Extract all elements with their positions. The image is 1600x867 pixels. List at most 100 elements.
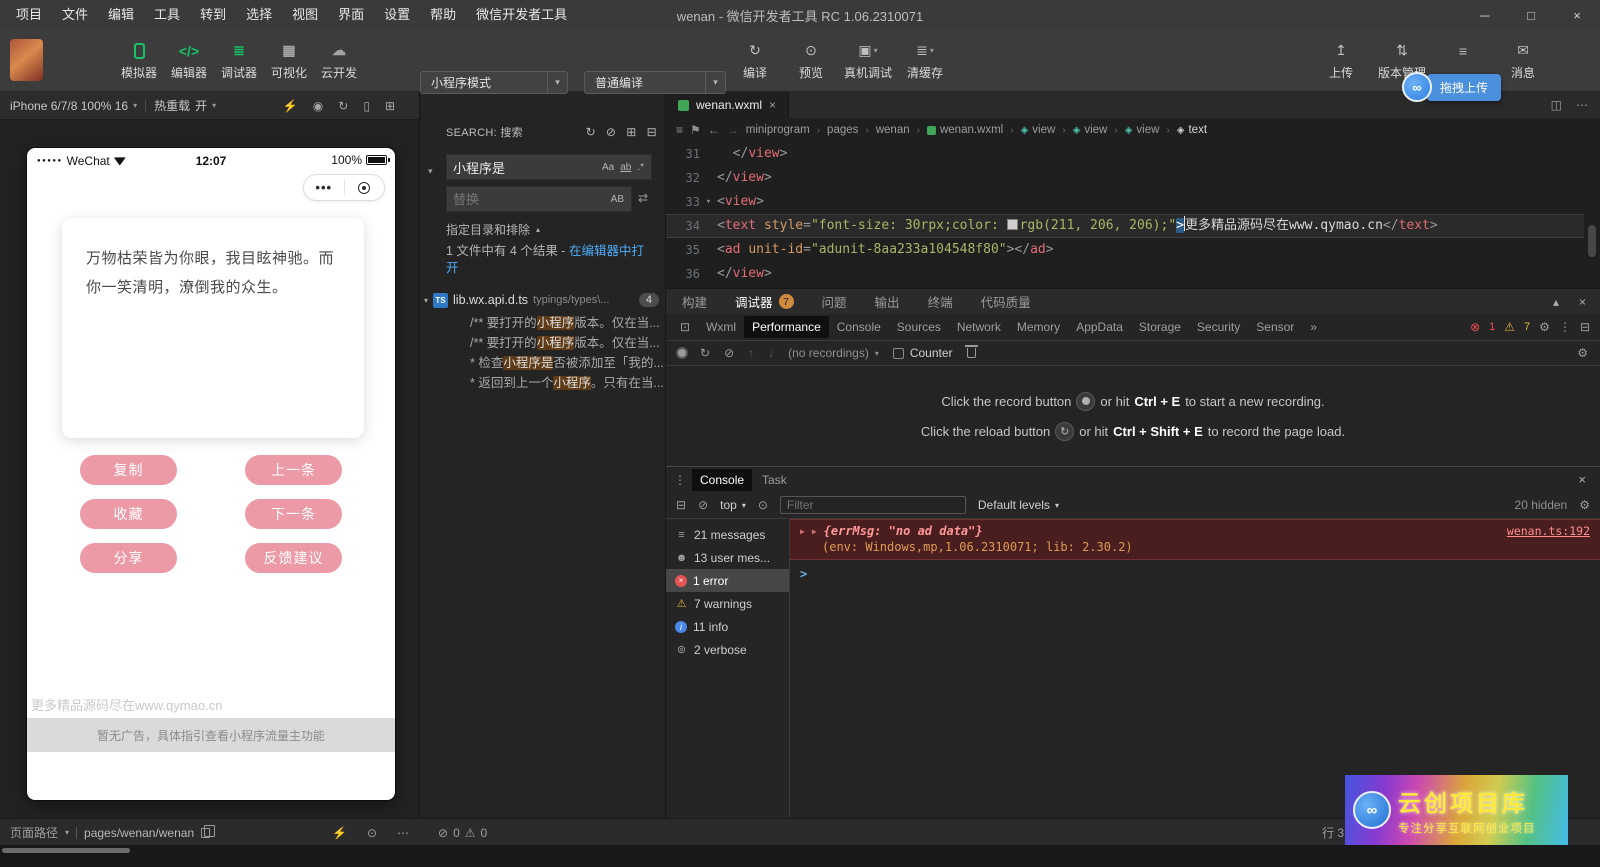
drawer-menu-icon[interactable]: ⋮ (674, 474, 686, 486)
expand-icon[interactable]: ▶ (812, 527, 817, 536)
phone-action-button[interactable]: 复制 (80, 455, 177, 485)
search-dirs-toggle[interactable]: 指定目录和排除 ▴ (446, 221, 540, 238)
preview-button[interactable]: ⊙ 预览 (788, 39, 834, 81)
code-line[interactable]: 36 </view> (666, 262, 1584, 286)
code-line[interactable]: 33 ▾ <view> (666, 190, 1584, 214)
minimize-button[interactable]: ─ (1462, 0, 1508, 30)
breadcrumb-item[interactable]: wenan.wxml (926, 124, 1003, 136)
preserve-case-icon[interactable]: AB (608, 194, 627, 205)
phone-action-button[interactable]: 收藏 (80, 499, 177, 529)
collapse-icon[interactable]: ⊟ (647, 126, 657, 138)
close-tab-icon[interactable]: × (769, 98, 776, 112)
cloud-dev-button[interactable]: ☁ 云开发 (316, 39, 362, 81)
close-button[interactable]: × (1554, 0, 1600, 30)
error-count-icon[interactable]: ⊗ (1470, 321, 1480, 333)
search-file-row[interactable]: ▾ TS lib.wx.api.d.ts typings/types\... 4 (424, 289, 659, 311)
drag-upload-badge[interactable]: ∞ 拖拽上传 (1402, 72, 1502, 102)
search-input[interactable] (447, 159, 599, 175)
close-panel-icon[interactable]: × (1579, 296, 1586, 308)
debugger-button[interactable]: ≣ 调试器 (216, 39, 262, 81)
titlebar-menu[interactable]: 视图 (282, 0, 328, 30)
open-in-editor-icon[interactable]: ⊞ (626, 126, 636, 138)
devtools-tab-storage[interactable]: Storage (1131, 316, 1189, 338)
replace-input[interactable] (447, 191, 608, 207)
clear-icon[interactable]: ⊘ (724, 347, 734, 359)
console-settings-icon[interactable]: ⚙ (1579, 499, 1590, 511)
expand-icon[interactable]: ▶ (800, 527, 805, 536)
hidden-messages-label[interactable]: 20 hidden (1515, 498, 1568, 512)
breadcrumb-item[interactable]: ◈ view (1021, 124, 1056, 136)
load-profile-icon[interactable]: ↑ (748, 347, 754, 359)
more-actions-icon[interactable]: ⋯ (1576, 99, 1588, 111)
maximize-button[interactable]: □ (1508, 0, 1554, 30)
devtools-tab-wxml[interactable]: Wxml (698, 316, 744, 338)
forward-icon[interactable]: → (727, 123, 739, 137)
eye-icon[interactable]: ⊙ (367, 827, 377, 839)
user-avatar[interactable] (10, 39, 43, 81)
titlebar-menu[interactable]: 设置 (374, 0, 420, 30)
context-select[interactable]: top ▾ (720, 498, 746, 512)
error-source-link[interactable]: wenan.ts:192 (1507, 524, 1590, 538)
delete-recording-icon[interactable] (964, 345, 978, 358)
problem-counts[interactable]: ⊘ 0 ⚠ 0 (438, 819, 487, 846)
error-object[interactable]: {errMsg: "no ad data"} (824, 524, 983, 538)
clear-results-icon[interactable]: ⊘ (606, 126, 616, 138)
device-icon[interactable]: ▯ (363, 100, 370, 112)
console-filter-row[interactable]: ⊚ 2 verbose (666, 638, 789, 661)
titlebar-menu[interactable]: 文件 (52, 0, 98, 30)
message-button[interactable]: ✉ 消息 (1500, 39, 1546, 81)
mode-select[interactable]: 小程序模式 ▾ (420, 71, 568, 94)
log-levels-select[interactable]: Default levels ▾ (978, 498, 1059, 512)
bookmark-icon[interactable]: ⚑ (690, 123, 701, 137)
upload-button[interactable]: ↥ 上传 (1318, 39, 1364, 81)
search-result-item[interactable]: * 返回到上一个小程序。只有在当... (420, 373, 665, 393)
settings-gear-icon[interactable]: ⚙ (1539, 321, 1550, 333)
simulator-button[interactable]: 模拟器 (116, 39, 162, 81)
collapse-panel-icon[interactable]: ▴ (1553, 296, 1559, 308)
counter-checkbox[interactable] (892, 347, 904, 359)
hot-reload-toggle[interactable]: 热重载 开 ▾ (154, 97, 216, 114)
copy-icon[interactable] (201, 824, 216, 838)
record-button[interactable] (678, 349, 686, 357)
console-filter-row[interactable]: ≡ 21 messages (666, 523, 789, 546)
console-filter-row[interactable]: ☻ 13 user mes... (666, 546, 789, 569)
console-filter-row[interactable]: ⚠ 7 warnings (666, 592, 789, 615)
outline-icon[interactable]: ≡ (676, 123, 683, 137)
toggle-replace-icon[interactable]: ▾ (428, 166, 433, 177)
code-line[interactable]: 34 <text style="font-size: 30rpx;color: r… (666, 214, 1584, 238)
dock-bottom-icon[interactable]: ⊟ (1580, 321, 1590, 333)
phone-action-button[interactable]: 下一条 (245, 499, 342, 529)
phone-action-button[interactable]: 分享 (80, 543, 177, 573)
cursor-position-label[interactable]: 行 3 (1322, 819, 1344, 846)
back-icon[interactable]: ← (708, 123, 720, 137)
devtools-tab-memory[interactable]: Memory (1009, 316, 1068, 338)
breadcrumb-item[interactable]: miniprogram (746, 124, 810, 136)
devtools-tab-security[interactable]: Security (1189, 316, 1248, 338)
live-expression-eye-icon[interactable]: ⊙ (758, 499, 768, 511)
console-drawer-tab-task[interactable]: Task (754, 469, 795, 491)
visualization-button[interactable]: ▦ 可视化 (266, 39, 312, 81)
search-result-item[interactable]: /** 要打开的小程序版本。仅在当... (420, 333, 665, 353)
close-drawer-icon[interactable]: × (1578, 473, 1592, 486)
split-editor-icon[interactable]: ◫ (1551, 99, 1562, 111)
titlebar-menu[interactable]: 转到 (190, 0, 236, 30)
console-drawer-tab-console[interactable]: Console (692, 468, 753, 491)
breadcrumb-item[interactable]: ◈ view (1073, 124, 1108, 136)
devtools-tab-performance[interactable]: Performance (744, 316, 829, 338)
horizontal-scrollbar[interactable] (2, 848, 130, 853)
whole-word-icon[interactable]: ab (617, 162, 634, 173)
code-line[interactable]: 35 <ad unit-id="adunit-8aa233a104548f80">… (666, 238, 1584, 262)
bottom-panel-tab[interactable]: 代码质量 (981, 292, 1031, 311)
code-line[interactable]: 32 </view> (666, 166, 1584, 190)
search-result-item[interactable]: /** 要打开的小程序版本。仅在当... (420, 313, 665, 333)
console-error-entry[interactable]: ▶ ▶ {errMsg: "no ad data"} wenan.ts:192 … (790, 519, 1600, 560)
search-result-item[interactable]: * 检查小程序是否被添加至「我的... (420, 353, 665, 373)
flash-icon[interactable]: ⚡ (332, 827, 347, 839)
more-icon[interactable]: ⋯ (397, 827, 409, 839)
dock-side-icon[interactable]: ⊡ (672, 320, 698, 334)
devtools-tab-console[interactable]: Console (829, 316, 889, 338)
bottom-panel-tab[interactable]: 输出 (875, 292, 900, 311)
devtools-tab-sensor[interactable]: Sensor (1248, 316, 1302, 338)
titlebar-menu[interactable]: 帮助 (420, 0, 466, 30)
bottom-panel-tab[interactable]: 构建 (682, 292, 707, 311)
